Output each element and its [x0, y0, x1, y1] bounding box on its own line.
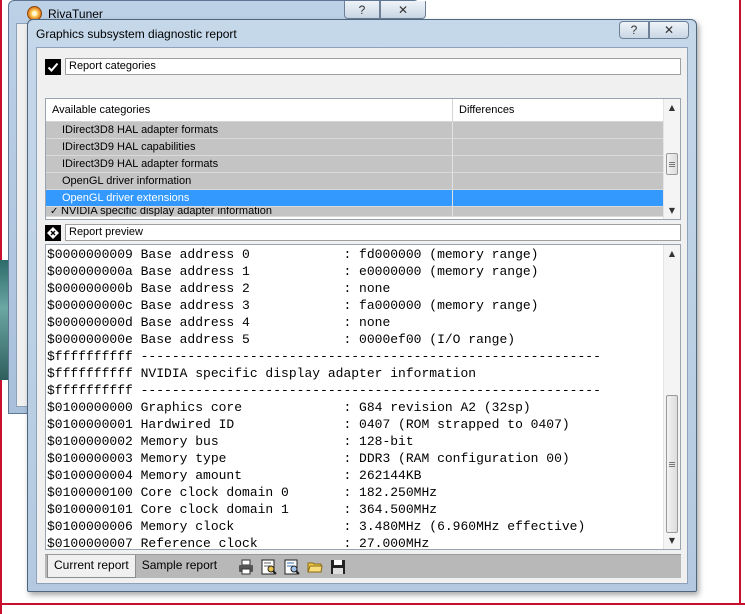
category-difference	[453, 139, 663, 155]
category-row[interactable]: IDirect3D9 HAL capabilities	[46, 139, 680, 156]
report-diamond-icon	[47, 226, 59, 239]
save-disk-icon[interactable]	[329, 558, 346, 575]
report-preview-text[interactable]: $0000000009 Base address 0 : fd000000 (m…	[45, 244, 681, 550]
grip-icon	[669, 461, 675, 467]
rivatuner-caption-buttons: ? ✕	[344, 1, 426, 19]
category-difference	[453, 156, 663, 172]
category-difference	[453, 207, 663, 216]
category-row[interactable]: ✓ NVIDIA specific display adapter informa…	[46, 207, 680, 217]
category-row[interactable]: OpenGL driver information	[46, 173, 680, 190]
printer-icon[interactable]	[237, 558, 254, 575]
preview-line: $ffffffffff ----------------------------…	[47, 383, 601, 398]
category-row[interactable]: IDirect3D8 HAL adapter formats	[46, 122, 680, 139]
categories-scroll-thumb[interactable]	[666, 153, 678, 175]
check-pencil-icon: ✓	[50, 207, 59, 216]
desktop-red-edge-right	[739, 0, 741, 605]
preview-line: $0100000001 Hardwired ID : 0407 (ROM str…	[47, 417, 570, 432]
compare-report-icon[interactable]	[283, 558, 300, 575]
diagnostic-report-window: Graphics subsystem diagnostic report ? ✕…	[27, 19, 697, 592]
dialog-close-button[interactable]: ✕	[649, 21, 689, 39]
report-preview-icon	[45, 224, 61, 241]
preview-line: $000000000d Base address 4 : none	[47, 315, 391, 330]
report-toolbar	[237, 555, 346, 578]
categories-list-header: Available categories Differences	[46, 99, 680, 122]
open-folder-icon[interactable]	[306, 558, 323, 575]
report-tab-bar: Current report Sample report	[45, 554, 681, 578]
preview-line: $ffffffffff NVIDIA specific display adap…	[47, 366, 477, 381]
category-row-selected[interactable]: OpenGL driver extensions	[46, 190, 680, 207]
categories-scrollbar[interactable]: ▲ ▼	[663, 99, 680, 219]
category-label-cell: ✓ NVIDIA specific display adapter informa…	[46, 207, 453, 216]
desktop-red-edge-bottom	[0, 603, 745, 605]
preview-line: $0100000007 Reference clock : 27.000MHz	[47, 536, 430, 550]
preview-line: $0100000100 Core clock domain 0 : 182.25…	[47, 485, 438, 500]
category-label: IDirect3D9 HAL adapter formats	[46, 156, 453, 172]
category-difference	[453, 173, 663, 189]
preview-line: $0100000004 Memory amount : 262144KB	[47, 468, 422, 483]
rivatuner-help-button[interactable]: ?	[344, 1, 380, 19]
preview-line: $0100000003 Memory type : DDR3 (RAM conf…	[47, 451, 570, 466]
category-difference	[453, 190, 663, 206]
column-header-available[interactable]: Available categories	[46, 99, 453, 121]
categories-list[interactable]: Available categories Differences IDirect…	[45, 98, 681, 220]
dialog-caption-buttons: ? ✕	[619, 21, 689, 39]
preview-line: $0100000006 Memory clock : 3.480MHz (6.9…	[47, 519, 586, 534]
report-categories-checkbox[interactable]	[45, 58, 61, 75]
view-report-icon[interactable]	[260, 558, 277, 575]
dialog-help-button[interactable]: ?	[619, 21, 649, 39]
scroll-up-arrow-icon[interactable]: ▲	[664, 245, 680, 262]
dialog-client-area: Report categories Available categories D…	[36, 47, 688, 584]
preview-line: $0000000009 Base address 0 : fd000000 (m…	[47, 247, 539, 262]
report-preview-header: Report preview	[45, 224, 681, 241]
preview-line: $000000000b Base address 2 : none	[47, 281, 391, 296]
report-categories-label: Report categories	[65, 58, 681, 75]
category-difference	[453, 122, 663, 138]
report-preview-label: Report preview	[65, 224, 681, 241]
preview-line: $0100000000 Graphics core : G84 revision…	[47, 400, 531, 415]
preview-scroll-thumb[interactable]	[666, 395, 678, 533]
grip-icon	[669, 161, 675, 167]
preview-line: $000000000a Base address 1 : e0000000 (m…	[47, 264, 539, 279]
category-row[interactable]: IDirect3D9 HAL adapter formats	[46, 156, 680, 173]
category-label: NVIDIA specific display adapter informat…	[61, 207, 272, 216]
scroll-down-arrow-icon[interactable]: ▼	[664, 202, 680, 219]
category-label: IDirect3D9 HAL capabilities	[46, 139, 453, 155]
tab-sample-report[interactable]: Sample report	[136, 555, 223, 578]
category-label: OpenGL driver extensions	[46, 190, 453, 206]
dialog-title: Graphics subsystem diagnostic report	[36, 27, 237, 41]
preview-line: $000000000e Base address 5 : 0000ef00 (I…	[47, 332, 516, 347]
report-categories-header: Report categories	[45, 58, 681, 75]
rivatuner-close-button[interactable]: ✕	[380, 1, 426, 19]
preview-line: $ffffffffff ----------------------------…	[47, 349, 601, 364]
preview-line: $0100000101 Core clock domain 1 : 364.50…	[47, 502, 438, 517]
preview-line: $0100000002 Memory bus : 128-bit	[47, 434, 414, 449]
preview-scrollbar[interactable]: ▲ ▼	[663, 245, 680, 549]
tab-current-report[interactable]: Current report	[47, 555, 136, 578]
checkmark-icon	[47, 62, 59, 72]
column-header-differences[interactable]: Differences	[453, 99, 663, 121]
preview-line: $000000000c Base address 3 : fa000000 (m…	[47, 298, 539, 313]
scroll-down-arrow-icon[interactable]: ▼	[664, 532, 680, 549]
category-label: IDirect3D8 HAL adapter formats	[46, 122, 453, 138]
scroll-up-arrow-icon[interactable]: ▲	[664, 99, 680, 116]
preview-lines: $0000000009 Base address 0 : fd000000 (m…	[47, 246, 664, 550]
category-label: OpenGL driver information	[46, 173, 453, 189]
